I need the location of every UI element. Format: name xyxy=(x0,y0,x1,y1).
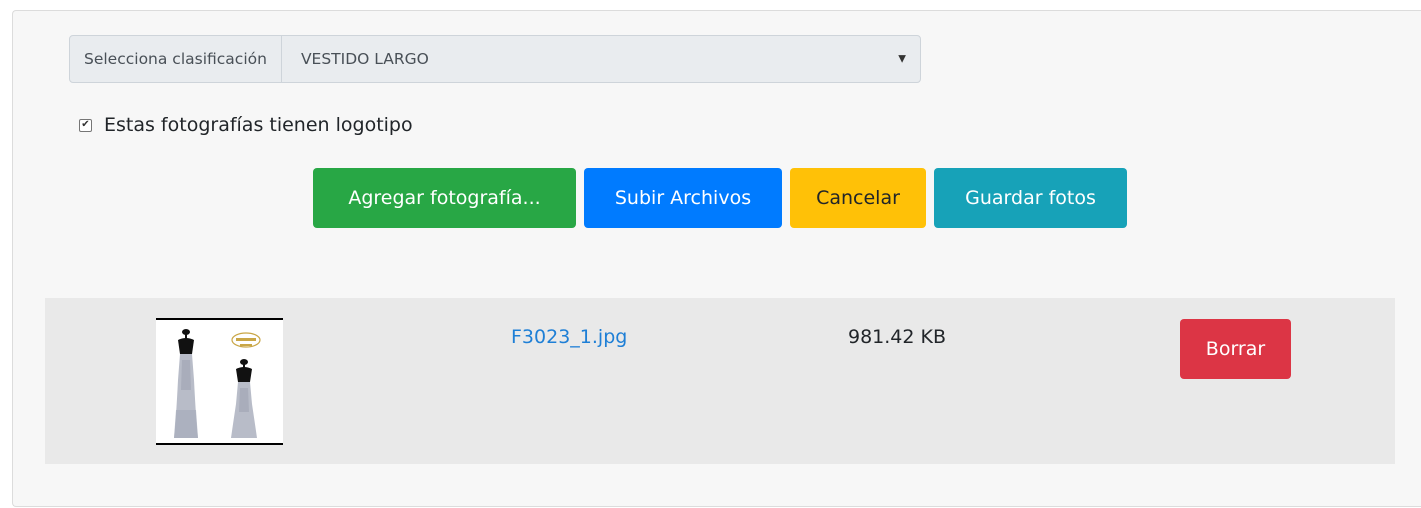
logo-checkbox-label: Estas fotografías tienen logotipo xyxy=(104,114,413,136)
check-icon: ✔ xyxy=(81,119,90,130)
logo-checkbox[interactable]: ✔ xyxy=(79,118,92,132)
classification-label: Selecciona clasificación xyxy=(70,36,282,82)
upload-panel: Selecciona clasificación VESTIDO LARGO ▼… xyxy=(12,10,1421,507)
cancel-button[interactable]: Cancelar xyxy=(790,168,926,228)
file-row: F3023_1.jpg 981.42 KB Borrar xyxy=(45,298,1395,464)
save-photos-button[interactable]: Guardar fotos xyxy=(934,168,1127,228)
classification-select[interactable]: VESTIDO LARGO ▼ xyxy=(282,36,920,82)
action-buttons: Agregar fotografía... Subir Archivos Can… xyxy=(313,168,1127,228)
file-name-link[interactable]: F3023_1.jpg xyxy=(511,326,627,348)
classification-select-group[interactable]: Selecciona clasificación VESTIDO LARGO ▼ xyxy=(69,35,921,83)
dress-image xyxy=(174,329,261,438)
delete-button[interactable]: Borrar xyxy=(1180,319,1291,379)
chevron-down-icon: ▼ xyxy=(898,53,906,65)
dress-thumbnail xyxy=(156,318,283,445)
logo-checkbox-row[interactable]: ✔ Estas fotografías tienen logotipo xyxy=(79,114,413,136)
classification-selected-value: VESTIDO LARGO xyxy=(300,50,429,68)
upload-files-button[interactable]: Subir Archivos xyxy=(584,168,782,228)
add-photo-button[interactable]: Agregar fotografía... xyxy=(313,168,576,228)
file-size: 981.42 KB xyxy=(848,326,947,348)
